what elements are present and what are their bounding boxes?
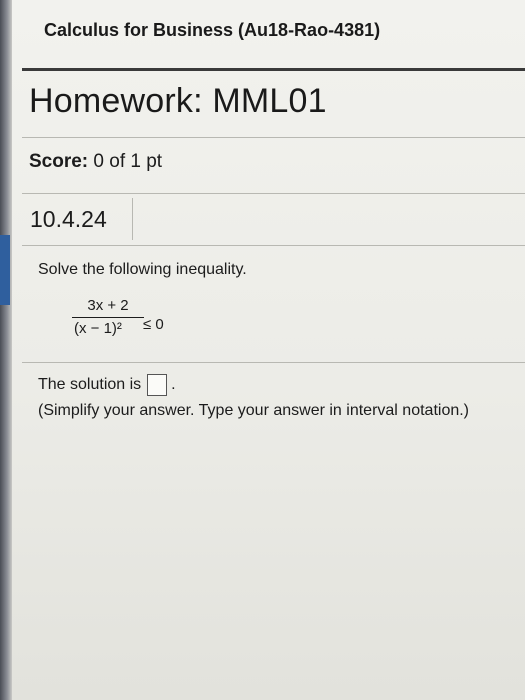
screen: Calculus for Business (Au18-Rao-4381) Ho… <box>0 0 525 700</box>
course-header: Calculus for Business (Au18-Rao-4381) <box>22 0 525 71</box>
score-display: Score: 0 of 1 pt <box>29 151 162 173</box>
question-number: 10.4.24 <box>30 206 107 232</box>
question-number-box: 10.4.24 <box>22 198 133 240</box>
solution-line: The solution is . <box>38 374 176 396</box>
inequality-relation: ≤ 0 <box>143 316 164 333</box>
divider <box>22 193 525 194</box>
homework-title: Homework: MML01 <box>29 82 327 120</box>
side-tab[interactable] <box>0 235 10 305</box>
solution-prefix: The solution is <box>38 376 142 393</box>
answer-input[interactable] <box>147 374 168 396</box>
solution-period: . <box>171 376 176 393</box>
device-bezel <box>0 0 12 700</box>
score-value: 0 of 1 pt <box>93 151 163 172</box>
answer-hint: (Simplify your answer. Type your answer … <box>38 402 470 419</box>
divider <box>22 362 525 363</box>
question-instruction: Solve the following inequality. <box>38 261 247 278</box>
score-label: Score: <box>29 151 89 172</box>
course-title: Calculus for Business (Au18-Rao-4381) <box>44 20 381 40</box>
inequality-fraction: 3x + 2 (x − 1)² <box>72 297 144 337</box>
fraction-denominator: (x − 1)² <box>74 320 122 337</box>
divider <box>22 245 525 246</box>
divider <box>22 137 525 138</box>
fraction-bar <box>72 317 144 318</box>
fraction-numerator: 3x + 2 <box>87 297 129 314</box>
